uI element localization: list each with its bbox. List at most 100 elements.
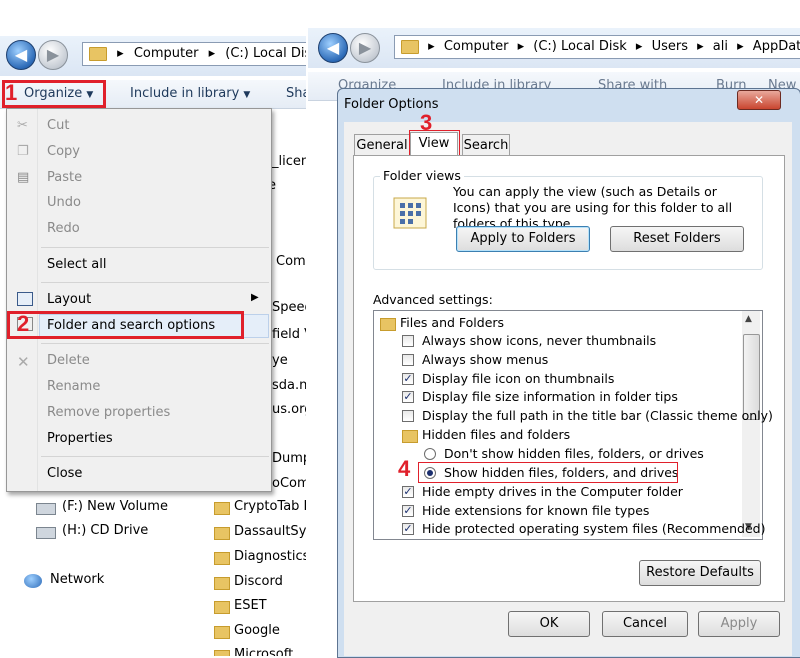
include-label: Include in library xyxy=(130,86,240,101)
folder-icon xyxy=(214,577,230,590)
reset-folders-button[interactable]: Reset Folders xyxy=(610,226,744,252)
checkbox[interactable] xyxy=(402,335,414,347)
menu-properties[interactable]: Properties xyxy=(47,431,113,446)
folder-item[interactable]: DassaultSys xyxy=(234,524,308,539)
delete-icon: ✕ xyxy=(17,353,30,371)
dropdown-arrow-icon: ▼ xyxy=(243,90,251,100)
menu-copy[interactable]: Copy xyxy=(47,144,80,159)
drive-icon xyxy=(36,503,56,515)
menu-delete[interactable]: Delete xyxy=(47,353,90,368)
copy-icon: ❐ xyxy=(17,144,29,159)
file-name[interactable]: _licen xyxy=(272,154,308,169)
organize-menu: ✂ Cut ❐ Copy ▤ Paste Undo Redo Select al… xyxy=(6,108,272,492)
folder-icon xyxy=(214,626,230,639)
checkbox-checked[interactable]: ✓ xyxy=(402,391,414,403)
menu-cut[interactable]: Cut xyxy=(47,118,69,133)
option-hide-empty-drives[interactable]: Hide empty drives in the Computer folder xyxy=(422,484,683,499)
checkbox[interactable] xyxy=(402,410,414,422)
nav-network[interactable]: Network xyxy=(50,572,104,587)
folder-item[interactable]: CryptoTab E xyxy=(234,499,308,514)
restore-defaults-button[interactable]: Restore Defaults xyxy=(639,560,761,586)
breadcrumb-arrow-icon: ▸ xyxy=(208,46,216,61)
cancel-button[interactable]: Cancel xyxy=(602,611,688,637)
paste-icon: ▤ xyxy=(17,170,30,185)
folder-item[interactable]: Google xyxy=(234,623,280,638)
nav-h-drive[interactable]: (H:) CD Drive xyxy=(62,523,148,538)
folder-item[interactable]: ESET xyxy=(234,598,267,613)
breadcrumb-item[interactable]: ali xyxy=(713,39,728,54)
checkbox-checked[interactable]: ✓ xyxy=(402,505,414,517)
menu-close[interactable]: Close xyxy=(47,466,82,481)
menu-separator xyxy=(41,247,269,248)
forward-button[interactable]: ▶ xyxy=(350,33,380,63)
menu-select-all[interactable]: Select all xyxy=(47,257,106,272)
step3-number: 3 xyxy=(420,110,433,135)
breadcrumb-item[interactable]: (C:) Local Disk xyxy=(533,39,626,54)
option-hide-extensions[interactable]: Hide extensions for known file types xyxy=(422,503,649,518)
file-name[interactable]: Dump xyxy=(272,451,308,466)
share-button[interactable]: Sha xyxy=(286,86,308,101)
file-name[interactable]: oCom xyxy=(272,476,308,491)
file-name[interactable]: Speedu xyxy=(272,300,308,315)
left-explorer-window: ◀ ▶ ▸ Computer ▸ (C:) Local Disk 1 Organ… xyxy=(0,0,308,656)
menu-remove-properties[interactable]: Remove properties xyxy=(47,405,170,420)
option-display-file-icon[interactable]: Display file icon on thumbnails xyxy=(422,371,614,386)
breadcrumb-item[interactable]: AppDat xyxy=(753,39,800,54)
folder-icon xyxy=(214,527,230,540)
file-name[interactable]: us.org xyxy=(272,402,308,417)
tab-general[interactable]: General xyxy=(354,134,410,157)
checkbox[interactable] xyxy=(402,354,414,366)
group-hidden-files: Hidden files and folders xyxy=(422,427,571,442)
menu-separator xyxy=(41,456,269,457)
breadcrumb-item[interactable]: Computer xyxy=(444,39,509,54)
checkbox-checked[interactable]: ✓ xyxy=(402,486,414,498)
menu-layout[interactable]: Layout xyxy=(47,292,91,307)
back-button[interactable]: ◀ xyxy=(318,33,348,63)
folder-icon xyxy=(83,46,107,61)
folder-item[interactable]: Discord xyxy=(234,574,283,589)
menu-redo[interactable]: Redo xyxy=(47,221,80,236)
option-dont-show-hidden[interactable]: Don't show hidden files, folders, or dri… xyxy=(444,446,704,461)
menu-gutter xyxy=(37,109,38,491)
file-name[interactable]: Comp xyxy=(276,254,308,269)
folder-icon xyxy=(214,502,230,515)
breadcrumb-item[interactable]: (C:) Local Disk xyxy=(225,46,308,61)
file-name[interactable]: field V xyxy=(272,327,308,342)
breadcrumb-item[interactable]: Users xyxy=(652,39,688,54)
dialog-close-button[interactable]: ✕ xyxy=(737,90,781,110)
option-always-show-icons[interactable]: Always show icons, never thumbnails xyxy=(422,333,656,348)
file-name[interactable]: ye xyxy=(272,353,288,368)
include-in-library-button[interactable]: Include in library ▼ xyxy=(130,86,250,101)
file-name[interactable]: sda.ne xyxy=(272,378,308,393)
apply-button[interactable]: Apply xyxy=(698,611,780,637)
organize-button[interactable]: Organize ▼ xyxy=(24,86,93,101)
step4-highlight xyxy=(418,462,678,483)
menu-undo[interactable]: Undo xyxy=(47,195,81,210)
menu-rename[interactable]: Rename xyxy=(47,379,100,394)
checkbox-checked[interactable]: ✓ xyxy=(402,523,414,535)
ok-button[interactable]: OK xyxy=(508,611,590,637)
apply-to-folders-button[interactable]: Apply to Folders xyxy=(456,226,590,252)
breadcrumb-item[interactable]: Computer xyxy=(134,46,199,61)
layout-icon xyxy=(17,292,33,306)
left-address-bar[interactable]: ▸ Computer ▸ (C:) Local Disk xyxy=(82,42,308,66)
back-button[interactable]: ◀ xyxy=(6,40,36,70)
folder-item[interactable]: Diagnostics xyxy=(234,549,308,564)
nav-f-drive[interactable]: (F:) New Volume xyxy=(62,499,168,514)
folder-item[interactable]: Microsoft xyxy=(234,647,293,656)
option-always-show-menus[interactable]: Always show menus xyxy=(422,352,548,367)
network-icon xyxy=(24,574,42,588)
forward-button[interactable]: ▶ xyxy=(38,40,68,70)
tab-search[interactable]: Search xyxy=(462,134,510,157)
right-address-bar[interactable]: ▸ Computer ▸ (C:) Local Disk ▸ Users ▸ a… xyxy=(394,35,800,59)
option-hide-protected-os-files[interactable]: Hide protected operating system files (R… xyxy=(422,521,765,536)
menu-paste[interactable]: Paste xyxy=(47,170,82,185)
cut-icon: ✂ xyxy=(17,118,28,133)
scroll-up-icon[interactable]: ▲ xyxy=(745,314,752,324)
option-display-file-size[interactable]: Display file size information in folder … xyxy=(422,389,678,404)
option-display-full-path[interactable]: Display the full path in the title bar (… xyxy=(422,408,773,423)
step2-number: 2 xyxy=(17,311,30,336)
folder-icon xyxy=(395,39,419,54)
checkbox-checked[interactable]: ✓ xyxy=(402,373,414,385)
radio-button[interactable] xyxy=(424,448,436,460)
